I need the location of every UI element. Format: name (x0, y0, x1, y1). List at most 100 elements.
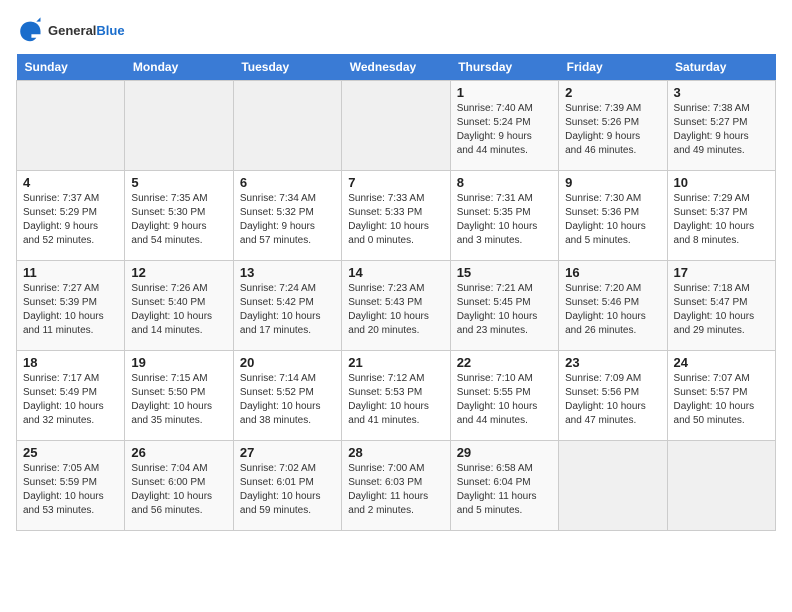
day-info: Sunrise: 7:40 AM Sunset: 5:24 PM Dayligh… (457, 102, 552, 158)
day-info: Sunrise: 7:30 AM Sunset: 5:36 PM Dayligh… (565, 192, 660, 248)
calendar-cell: 28Sunrise: 7:00 AM Sunset: 6:03 PM Dayli… (342, 441, 450, 531)
calendar-week-row: 1 Sunrise: 7:40 AM Sunset: 5:24 PM Daylig… (17, 81, 776, 171)
day-number: 4 (23, 175, 118, 190)
day-number: 16 (565, 265, 660, 280)
header: GeneralBlue (16, 16, 776, 44)
calendar-cell (559, 441, 667, 531)
day-number: 11 (23, 265, 118, 280)
calendar-cell: 3 Sunrise: 7:38 AM Sunset: 5:27 PM Daylig… (667, 81, 775, 171)
calendar-cell: 24 Sunrise: 7:07 AM Sunset: 5:57 PM Dayli… (667, 351, 775, 441)
day-info: Sunrise: 7:27 AM Sunset: 5:39 PM Dayligh… (23, 282, 118, 338)
day-info: Sunrise: 7:37 AM Sunset: 5:29 PM Dayligh… (23, 192, 118, 248)
calendar-cell: 9 Sunrise: 7:30 AM Sunset: 5:36 PM Daylig… (559, 171, 667, 261)
day-number: 23 (565, 355, 660, 370)
day-info: Sunrise: 7:15 AM Sunset: 5:50 PM Dayligh… (131, 372, 226, 428)
weekday-header-row: SundayMondayTuesdayWednesdayThursdayFrid… (17, 54, 776, 81)
calendar-cell: 25 Sunrise: 7:05 AM Sunset: 5:59 PM Dayli… (17, 441, 125, 531)
day-info: Sunrise: 7:21 AM Sunset: 5:45 PM Dayligh… (457, 282, 552, 338)
day-info: Sunrise: 7:18 AM Sunset: 5:47 PM Dayligh… (674, 282, 769, 338)
day-number: 28 (348, 445, 443, 460)
calendar-cell: 26 Sunrise: 7:04 AM Sunset: 6:00 PM Dayli… (125, 441, 233, 531)
day-number: 19 (131, 355, 226, 370)
calendar-cell: 2Sunrise: 7:39 AM Sunset: 5:26 PM Daylig… (559, 81, 667, 171)
day-number: 25 (23, 445, 118, 460)
logo-text: GeneralBlue (48, 23, 125, 38)
weekday-header-sunday: Sunday (17, 54, 125, 81)
calendar-header: SundayMondayTuesdayWednesdayThursdayFrid… (17, 54, 776, 81)
day-info: Sunrise: 7:35 AM Sunset: 5:30 PM Dayligh… (131, 192, 226, 248)
calendar-cell: 1 Sunrise: 7:40 AM Sunset: 5:24 PM Daylig… (450, 81, 558, 171)
calendar-cell: 20Sunrise: 7:14 AM Sunset: 5:52 PM Dayli… (233, 351, 341, 441)
calendar-cell: 6 Sunrise: 7:34 AM Sunset: 5:32 PM Daylig… (233, 171, 341, 261)
calendar-cell: 23 Sunrise: 7:09 AM Sunset: 5:56 PM Dayli… (559, 351, 667, 441)
weekday-header-monday: Monday (125, 54, 233, 81)
calendar-cell: 16 Sunrise: 7:20 AM Sunset: 5:46 PM Dayli… (559, 261, 667, 351)
day-number: 12 (131, 265, 226, 280)
day-number: 29 (457, 445, 552, 460)
calendar-cell: 19 Sunrise: 7:15 AM Sunset: 5:50 PM Dayli… (125, 351, 233, 441)
day-info: Sunrise: 7:07 AM Sunset: 5:57 PM Dayligh… (674, 372, 769, 428)
day-number: 10 (674, 175, 769, 190)
day-number: 6 (240, 175, 335, 190)
weekday-header-tuesday: Tuesday (233, 54, 341, 81)
logo: GeneralBlue (16, 16, 125, 44)
calendar-cell: 29 Sunrise: 6:58 AM Sunset: 6:04 PM Dayli… (450, 441, 558, 531)
calendar-week-row: 4 Sunrise: 7:37 AM Sunset: 5:29 PM Daylig… (17, 171, 776, 261)
day-info: Sunrise: 6:58 AM Sunset: 6:04 PM Dayligh… (457, 462, 552, 518)
calendar-week-row: 25 Sunrise: 7:05 AM Sunset: 5:59 PM Dayli… (17, 441, 776, 531)
calendar-cell: 27Sunrise: 7:02 AM Sunset: 6:01 PM Dayli… (233, 441, 341, 531)
day-number: 1 (457, 85, 552, 100)
calendar-cell: 18 Sunrise: 7:17 AM Sunset: 5:49 PM Dayli… (17, 351, 125, 441)
day-info: Sunrise: 7:38 AM Sunset: 5:27 PM Dayligh… (674, 102, 769, 158)
day-number: 26 (131, 445, 226, 460)
weekday-header-friday: Friday (559, 54, 667, 81)
calendar-cell: 15 Sunrise: 7:21 AM Sunset: 5:45 PM Dayli… (450, 261, 558, 351)
day-number: 17 (674, 265, 769, 280)
calendar-cell: 22 Sunrise: 7:10 AM Sunset: 5:55 PM Dayli… (450, 351, 558, 441)
calendar-cell: 5 Sunrise: 7:35 AM Sunset: 5:30 PM Daylig… (125, 171, 233, 261)
day-info: Sunrise: 7:23 AM Sunset: 5:43 PM Dayligh… (348, 282, 443, 338)
day-info: Sunrise: 7:26 AM Sunset: 5:40 PM Dayligh… (131, 282, 226, 338)
day-number: 24 (674, 355, 769, 370)
day-number: 21 (348, 355, 443, 370)
calendar-cell (342, 81, 450, 171)
day-number: 13 (240, 265, 335, 280)
calendar-body: 1 Sunrise: 7:40 AM Sunset: 5:24 PM Daylig… (17, 81, 776, 531)
day-info: Sunrise: 7:29 AM Sunset: 5:37 PM Dayligh… (674, 192, 769, 248)
day-number: 27 (240, 445, 335, 460)
day-number: 9 (565, 175, 660, 190)
calendar-cell: 12 Sunrise: 7:26 AM Sunset: 5:40 PM Dayli… (125, 261, 233, 351)
day-number: 15 (457, 265, 552, 280)
day-number: 3 (674, 85, 769, 100)
day-number: 22 (457, 355, 552, 370)
logo-icon (16, 16, 44, 44)
day-info: Sunrise: 7:33 AM Sunset: 5:33 PM Dayligh… (348, 192, 443, 248)
calendar-cell: 14 Sunrise: 7:23 AM Sunset: 5:43 PM Dayli… (342, 261, 450, 351)
calendar-week-row: 11 Sunrise: 7:27 AM Sunset: 5:39 PM Dayli… (17, 261, 776, 351)
day-info: Sunrise: 7:20 AM Sunset: 5:46 PM Dayligh… (565, 282, 660, 338)
calendar-cell: 4 Sunrise: 7:37 AM Sunset: 5:29 PM Daylig… (17, 171, 125, 261)
calendar-cell: 8Sunrise: 7:31 AM Sunset: 5:35 PM Daylig… (450, 171, 558, 261)
day-info: Sunrise: 7:14 AM Sunset: 5:52 PM Dayligh… (240, 372, 335, 428)
day-info: Sunrise: 7:09 AM Sunset: 5:56 PM Dayligh… (565, 372, 660, 428)
day-number: 7 (348, 175, 443, 190)
day-number: 2 (565, 85, 660, 100)
day-info: Sunrise: 7:17 AM Sunset: 5:49 PM Dayligh… (23, 372, 118, 428)
day-info: Sunrise: 7:04 AM Sunset: 6:00 PM Dayligh… (131, 462, 226, 518)
day-info: Sunrise: 7:31 AM Sunset: 5:35 PM Dayligh… (457, 192, 552, 248)
day-info: Sunrise: 7:24 AM Sunset: 5:42 PM Dayligh… (240, 282, 335, 338)
calendar-cell (667, 441, 775, 531)
weekday-header-wednesday: Wednesday (342, 54, 450, 81)
day-info: Sunrise: 7:34 AM Sunset: 5:32 PM Dayligh… (240, 192, 335, 248)
calendar-week-row: 18 Sunrise: 7:17 AM Sunset: 5:49 PM Dayli… (17, 351, 776, 441)
day-number: 5 (131, 175, 226, 190)
calendar-cell: 17 Sunrise: 7:18 AM Sunset: 5:47 PM Dayli… (667, 261, 775, 351)
weekday-header-thursday: Thursday (450, 54, 558, 81)
day-info: Sunrise: 7:10 AM Sunset: 5:55 PM Dayligh… (457, 372, 552, 428)
weekday-header-saturday: Saturday (667, 54, 775, 81)
calendar-cell (125, 81, 233, 171)
calendar-cell (17, 81, 125, 171)
day-number: 18 (23, 355, 118, 370)
day-number: 14 (348, 265, 443, 280)
day-info: Sunrise: 7:05 AM Sunset: 5:59 PM Dayligh… (23, 462, 118, 518)
